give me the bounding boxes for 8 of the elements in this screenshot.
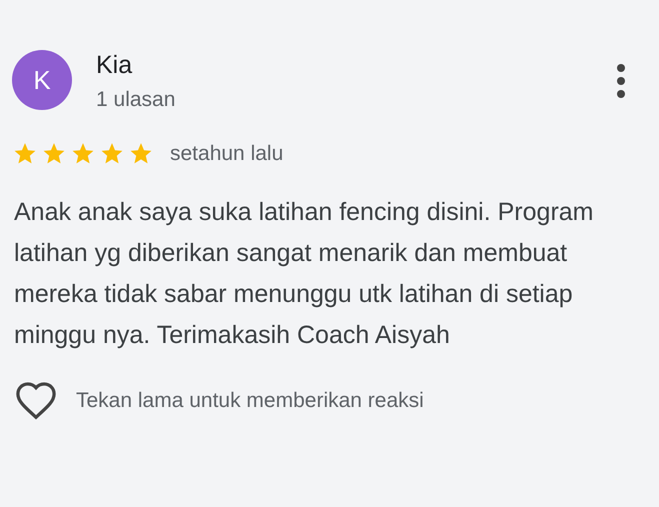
author-name: Kia bbox=[96, 50, 134, 80]
review-count: 1 ulasan bbox=[96, 87, 176, 113]
more-options-icon[interactable] bbox=[616, 64, 626, 98]
review-time: setahun lalu bbox=[170, 141, 284, 167]
heart-icon[interactable] bbox=[14, 382, 58, 420]
reaction-hint: Tekan lama untuk memberikan reaksi bbox=[76, 388, 424, 414]
avatar: K bbox=[12, 50, 72, 110]
review-text: Anak anak saya suka latihan fencing disini. Program latihan yg diberikan sangat menarik dan membuat mereka tidak sabar menunggu utk latihan di setiap minggu nya. Terimakasih Coach Aisyah bbox=[14, 196, 594, 350]
